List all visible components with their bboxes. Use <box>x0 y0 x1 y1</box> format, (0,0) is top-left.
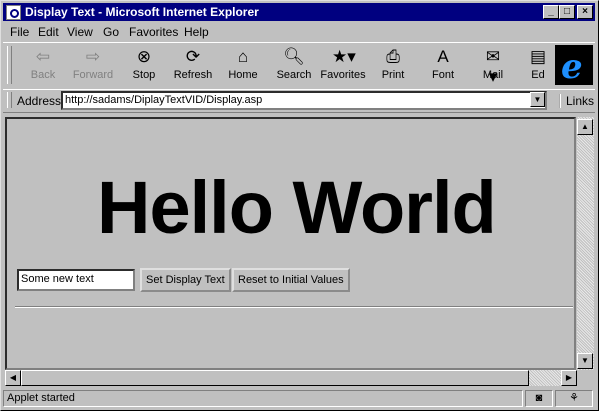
menu-help[interactable]: Help <box>184 25 209 39</box>
mail-button[interactable]: ✉▾ Mail <box>469 45 517 86</box>
right-arrow-icon: ⇨ <box>85 47 101 66</box>
menu-bar: File Edit View Go Favorites Help <box>3 22 595 41</box>
address-dropdown-button[interactable]: ▼ <box>530 92 545 107</box>
font-button[interactable]: A Font <box>419 45 467 85</box>
address-bar: Address http://sadams/DiplayTextVID/Disp… <box>3 89 595 113</box>
reset-values-button[interactable]: Reset to Initial Values <box>232 268 350 292</box>
zone-icon: ◙ <box>525 390 553 407</box>
links-button[interactable]: Links <box>559 94 594 108</box>
ie-app-icon[interactable] <box>6 5 21 20</box>
close-button[interactable]: × <box>577 5 593 19</box>
vertical-scrollbar[interactable]: ▲ ▼ <box>577 117 594 370</box>
mail-icon: ✉▾ <box>485 47 501 86</box>
search-button[interactable]: 🔍︎ Search <box>270 45 318 85</box>
address-grip[interactable] <box>7 92 12 108</box>
security-icon: ⚘ <box>555 390 593 407</box>
scroll-up-button[interactable]: ▲ <box>577 119 593 135</box>
address-input[interactable]: http://sadams/DiplayTextVID/Display.asp <box>61 91 547 110</box>
display-text-input[interactable]: Some new text <box>17 269 135 291</box>
menu-go[interactable]: Go <box>103 25 119 39</box>
font-icon: A <box>437 47 449 66</box>
window-title: Display Text - Microsoft Internet Explor… <box>25 5 259 19</box>
set-display-text-button[interactable]: Set Display Text <box>140 268 231 292</box>
edit-icon: ▤ <box>529 47 547 66</box>
status-text: Applet started <box>3 390 523 407</box>
minimize-button[interactable]: _ <box>543 5 559 19</box>
horizontal-scrollbar[interactable]: ◀ ▶ <box>5 370 577 386</box>
horizontal-rule <box>15 306 573 308</box>
address-label: Address <box>17 94 62 108</box>
menu-edit[interactable]: Edit <box>38 25 59 39</box>
ie-logo: e <box>555 45 593 87</box>
page-content: Hello World Some new text Set Display Te… <box>5 117 576 370</box>
search-icon: 🔍︎ <box>283 47 305 66</box>
browser-window: Display Text - Microsoft Internet Explor… <box>0 0 599 411</box>
print-button[interactable]: ⎙ Print <box>369 45 417 85</box>
toolbar-grip[interactable] <box>7 46 12 84</box>
refresh-icon: ⟳ <box>185 47 201 66</box>
menu-favorites[interactable]: Favorites <box>129 25 178 39</box>
menu-file[interactable]: File <box>10 25 29 39</box>
refresh-button[interactable]: ⟳ Refresh <box>169 45 217 85</box>
scroll-right-button[interactable]: ▶ <box>561 370 577 386</box>
home-icon: ⌂ <box>237 47 249 66</box>
forward-button[interactable]: ⇨ Forward <box>69 45 117 85</box>
scroll-down-button[interactable]: ▼ <box>577 353 593 369</box>
scroll-thumb[interactable] <box>21 370 529 386</box>
menu-view[interactable]: View <box>67 25 93 39</box>
favorites-button[interactable]: ★▾ Favorites <box>319 45 367 85</box>
stop-button[interactable]: ⊗ Stop <box>120 45 168 85</box>
home-button[interactable]: ⌂ Home <box>219 45 267 85</box>
printer-icon: ⎙ <box>386 47 400 66</box>
scroll-left-button[interactable]: ◀ <box>5 370 21 386</box>
stop-icon: ⊗ <box>136 47 152 66</box>
title-bar: Display Text - Microsoft Internet Explor… <box>3 3 595 21</box>
left-arrow-icon: ⇦ <box>35 47 51 66</box>
maximize-button[interactable]: □ <box>559 5 575 19</box>
edit-button[interactable]: ▤ Ed <box>523 45 553 85</box>
status-bar: Applet started ◙ ⚘ <box>3 389 595 408</box>
favorites-icon: ★▾ <box>332 47 356 66</box>
display-text-heading: Hello World <box>97 166 497 249</box>
back-button[interactable]: ⇦ Back <box>19 45 67 85</box>
toolbar: ⇦ Back ⇨ Forward ⊗ Stop ⟳ Refresh ⌂ Home… <box>3 42 595 90</box>
